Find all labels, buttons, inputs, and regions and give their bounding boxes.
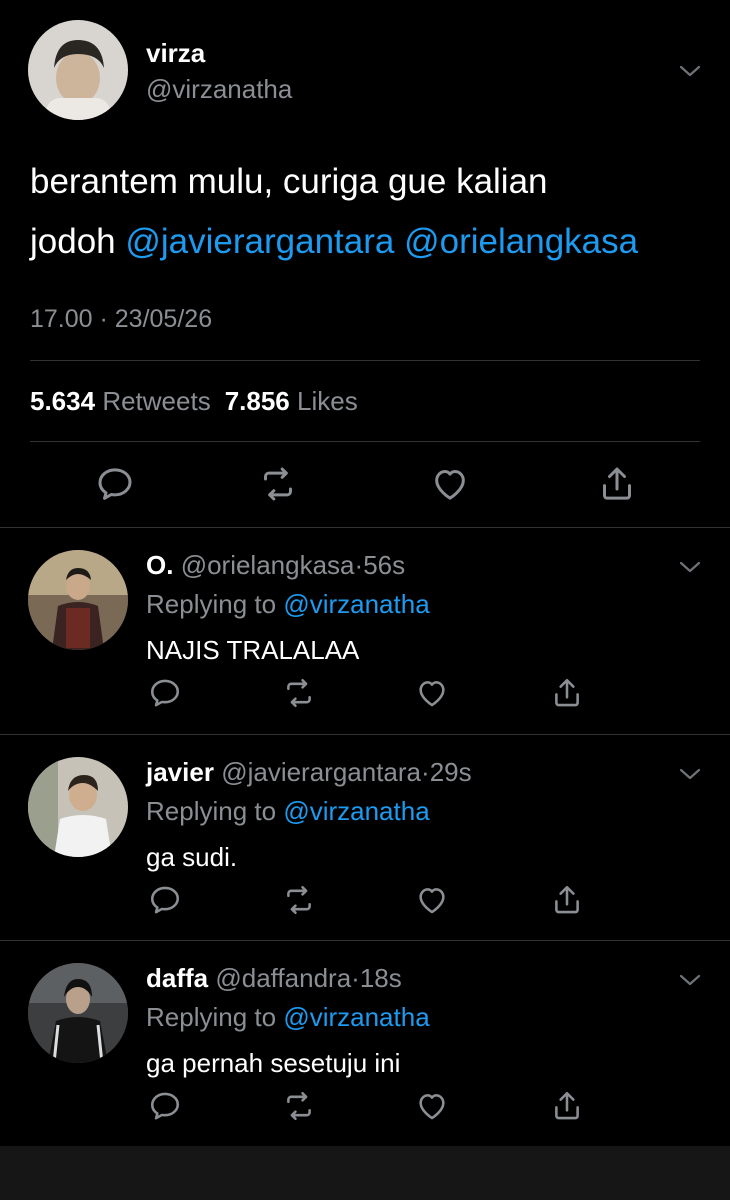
reply-header: javier @javierargantara·29s	[146, 757, 472, 788]
reply-icon[interactable]	[95, 464, 135, 504]
retweets-count: 5.634	[30, 386, 96, 416]
likes-stat[interactable]: 7.856 Likes	[225, 386, 358, 416]
like-icon[interactable]	[430, 464, 470, 504]
divider	[30, 441, 700, 442]
separator-dot: ·	[351, 963, 360, 993]
user-handle[interactable]: @javierargantara	[221, 757, 421, 787]
reply-text: ga pernah sesetuju ini	[146, 1048, 401, 1078]
likes-count: 7.856	[224, 386, 290, 416]
retweet-icon[interactable]	[282, 1089, 316, 1123]
reply-text: ga sudi.	[146, 842, 238, 872]
replying-to: Replying to @virzanatha	[146, 796, 430, 827]
mention-link[interactable]: @javierargantara	[125, 222, 394, 261]
share-icon[interactable]	[550, 1089, 584, 1123]
tweet-stats: 5.634 Retweets 7.856 Likes	[30, 386, 358, 417]
bottom-bar	[0, 1146, 730, 1200]
share-icon[interactable]	[597, 464, 637, 504]
tweet-text: berantem mulu, curiga gue kalian jodoh @…	[30, 152, 710, 272]
reply-tweet[interactable]: javier @javierargantara·29s Replying to …	[0, 735, 730, 941]
reply-time[interactable]: 56s	[363, 550, 405, 580]
tweet-text-line-2: jodoh @javierargantara @orielangkasa	[30, 212, 710, 272]
retweets-stat[interactable]: 5.634 Retweets	[30, 386, 211, 416]
reply-tweet[interactable]: daffa @daffandra·18s Replying to @virzan…	[0, 941, 730, 1147]
avatar[interactable]	[28, 20, 128, 120]
main-tweet: virza @virzanatha berantem mulu, curiga …	[0, 0, 730, 527]
reply-tweet[interactable]: O. @orielangkasa·56s Replying to @virzan…	[0, 528, 730, 734]
tweet-text-line-1: berantem mulu, curiga gue kalian	[30, 162, 548, 201]
divider	[30, 360, 700, 361]
avatar[interactable]	[28, 963, 128, 1063]
tweet-thread: virza @virzanatha berantem mulu, curiga …	[0, 0, 730, 1200]
avatar[interactable]	[28, 757, 128, 857]
reply-time[interactable]: 18s	[360, 963, 402, 993]
mention-link[interactable]: @virzanatha	[283, 796, 429, 826]
reply-header: daffa @daffandra·18s	[146, 963, 402, 994]
replying-to: Replying to @virzanatha	[146, 589, 430, 620]
reply-icon[interactable]	[148, 676, 182, 710]
mention-link[interactable]: @virzanatha	[283, 589, 429, 619]
retweet-icon[interactable]	[258, 464, 298, 504]
retweet-icon[interactable]	[282, 676, 316, 710]
reply-time[interactable]: 29s	[430, 757, 472, 787]
timestamp[interactable]: 17.00 · 23/05/26	[30, 305, 212, 334]
reply-icon[interactable]	[148, 883, 182, 917]
separator-dot: ·	[354, 550, 364, 580]
like-icon[interactable]	[415, 883, 449, 917]
share-icon[interactable]	[550, 883, 584, 917]
share-icon[interactable]	[550, 676, 584, 710]
user-handle[interactable]: @daffandra	[215, 963, 351, 993]
display-name[interactable]: javier	[146, 757, 214, 787]
replying-prefix: Replying to	[146, 796, 277, 826]
replying-prefix: Replying to	[146, 589, 277, 619]
avatar[interactable]	[28, 550, 128, 650]
chevron-down-icon[interactable]	[677, 971, 703, 989]
display-name[interactable]: O.	[146, 550, 173, 580]
replying-to: Replying to @virzanatha	[146, 1002, 430, 1033]
reply-header: O. @orielangkasa·56s	[146, 550, 405, 581]
reply-icon[interactable]	[148, 1089, 182, 1123]
retweets-label: Retweets	[102, 386, 211, 416]
display-name[interactable]: daffa	[146, 963, 208, 993]
reply-text: NAJIS TRALALAA	[146, 635, 360, 665]
user-handle[interactable]: @virzanatha	[146, 74, 292, 105]
user-handle[interactable]: @orielangkasa	[181, 550, 355, 580]
replying-prefix: Replying to	[146, 1002, 277, 1032]
likes-label: Likes	[297, 386, 358, 416]
mention-link[interactable]: @virzanatha	[283, 1002, 429, 1032]
like-icon[interactable]	[415, 676, 449, 710]
like-icon[interactable]	[415, 1089, 449, 1123]
chevron-down-icon[interactable]	[677, 558, 703, 576]
chevron-down-icon[interactable]	[677, 62, 703, 80]
tweet-text-prefix: jodoh	[30, 222, 126, 261]
chevron-down-icon[interactable]	[677, 765, 703, 783]
display-name[interactable]: virza	[146, 38, 205, 69]
separator-dot: ·	[421, 757, 430, 787]
mention-link[interactable]: @orielangkasa	[404, 222, 638, 261]
retweet-icon[interactable]	[282, 883, 316, 917]
